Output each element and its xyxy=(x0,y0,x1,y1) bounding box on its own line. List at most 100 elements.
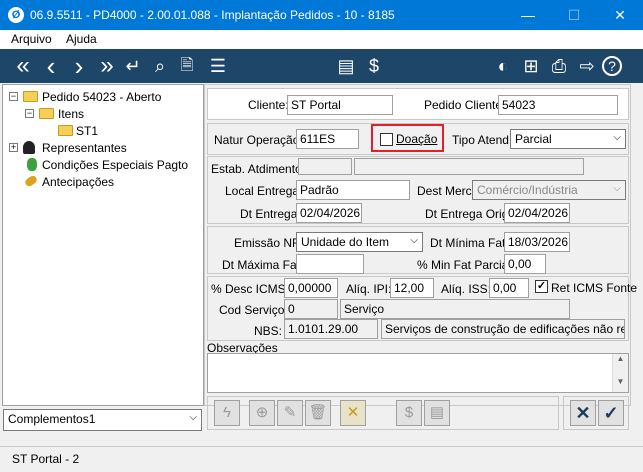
estab-atendimento-label: Estab. Atdimento: xyxy=(211,162,306,176)
min-fat-parcial-label: % Min Fat Parcial: xyxy=(417,258,515,272)
desc-icms-field[interactable]: 0,00000 xyxy=(284,278,338,298)
first-record-icon[interactable]: « xyxy=(10,53,36,79)
dest-merc-select[interactable]: Comércio/Indústria ⌵ xyxy=(472,180,626,200)
previous-record-icon[interactable]: ‹ xyxy=(38,53,64,79)
minimize-button[interactable]: — xyxy=(505,0,551,30)
aliq-iss-field[interactable]: 0,00 xyxy=(489,278,529,298)
nbs-label: NBS: xyxy=(254,324,283,338)
emissao-nf-value: Unidade do Item xyxy=(301,235,390,249)
observacoes-textarea[interactable] xyxy=(207,353,629,393)
emissao-nf-label: Emissão NF: xyxy=(234,236,303,250)
person-icon xyxy=(23,141,35,154)
cancel-button[interactable]: ✕ xyxy=(570,400,596,426)
scroll-down-icon[interactable]: ▼ xyxy=(613,377,628,386)
help-icon[interactable]: ? xyxy=(602,56,622,76)
money-check-icon[interactable]: $ xyxy=(396,400,422,426)
local-entrega-field[interactable]: Padrão xyxy=(296,180,410,200)
edit-document-icon[interactable]: ✎ xyxy=(277,400,303,426)
chevron-down-icon: ⌵ xyxy=(613,132,621,143)
min-fat-parcial-field[interactable]: 0,00 xyxy=(504,254,546,274)
local-entrega-label: Local Entrega: xyxy=(225,184,303,198)
tipo-atend-label: Tipo Atend: xyxy=(452,133,513,147)
money-icon[interactable]: $ xyxy=(361,53,387,79)
report-icon[interactable]: ▤ xyxy=(333,53,359,79)
last-record-icon[interactable]: » xyxy=(94,53,120,79)
return-icon[interactable]: ↵ xyxy=(120,53,146,79)
tree-item-label: ST1 xyxy=(76,124,99,138)
new-document-icon[interactable]: ⊕ xyxy=(249,400,275,426)
dt-entrega-orig-field[interactable]: 02/04/2026 xyxy=(504,203,570,223)
tree-item-itens[interactable]: − Itens xyxy=(3,106,203,122)
pedido-cliente-label: Pedido Cliente: xyxy=(424,98,506,112)
doacao-checkbox[interactable] xyxy=(380,133,393,146)
grid-icon[interactable]: ⊞ xyxy=(518,53,544,79)
chevron-down-icon: ⌵ xyxy=(613,183,621,194)
delete-icon[interactable]: 🗑 xyxy=(305,400,331,426)
nbs-field[interactable]: 1.0101.29.00 xyxy=(284,319,378,339)
cod-servico-desc: Serviço xyxy=(340,299,570,319)
dt-entrega-field[interactable]: 02/04/2026 xyxy=(296,203,362,223)
tree-item-representantes[interactable]: + Representantes xyxy=(3,140,203,156)
ret-icms-fonte-label[interactable]: Ret ICMS Fonte xyxy=(551,281,637,295)
emissao-nf-select[interactable]: Unidade do Item ⌵ xyxy=(296,232,423,252)
open-folder-icon xyxy=(39,108,54,119)
aliq-ipi-label: Alíq. IPI: xyxy=(346,282,392,296)
aliq-iss-label: Alíq. ISS: xyxy=(441,282,492,296)
chevron-down-icon: ⌵ xyxy=(410,235,418,246)
expand-icon[interactable]: + xyxy=(9,143,18,152)
tree-item-pedido[interactable]: − Pedido 54023 - Aberto xyxy=(3,89,203,105)
confirm-button[interactable]: ✓ xyxy=(598,400,624,426)
document-list-icon[interactable]: ▤ xyxy=(424,400,450,426)
tree-item-label: Antecipações xyxy=(42,175,115,189)
filters-icon[interactable]: ☰ xyxy=(205,53,231,79)
ret-icms-fonte-checkbox[interactable]: ✓ xyxy=(535,280,548,293)
tree-item-antecipacoes[interactable]: Antecipações xyxy=(3,174,203,190)
natur-operacao-field[interactable]: 611ES xyxy=(296,129,359,149)
tipo-atend-select[interactable]: Parcial ⌵ xyxy=(510,129,626,149)
menu-arquivo[interactable]: Arquivo xyxy=(11,32,52,46)
pedido-cliente-field[interactable]: 54023 xyxy=(498,95,618,115)
observacoes-scrollbar[interactable]: ▲ ▼ xyxy=(612,354,628,392)
cod-servico-field[interactable]: 0 xyxy=(284,299,338,319)
tree-item-condicoes[interactable]: Condições Especiais Pagto xyxy=(3,157,203,173)
tree-item-st1[interactable]: ST1 xyxy=(3,123,203,139)
estab-atendimento-code-field xyxy=(298,158,352,175)
dt-entrega-label: Dt Entrega: xyxy=(240,207,301,221)
nbs-desc: Serviços de construção de edificações nã… xyxy=(381,319,625,339)
close-window-button[interactable]: ✕ xyxy=(597,0,643,30)
window-title: 06.9.5511 - PD4000 - 2.00.01.088 - Impla… xyxy=(30,8,395,22)
chevron-down-icon: ⌵ xyxy=(189,412,197,423)
menu-ajuda[interactable]: Ajuda xyxy=(66,32,97,46)
status-text: ST Portal - 2 xyxy=(12,452,80,466)
money-bag-icon xyxy=(27,158,37,171)
open-folder-icon xyxy=(23,91,38,102)
globe-search-icon[interactable]: ◐ xyxy=(490,53,516,79)
natur-operacao-label: Natur Operação: xyxy=(214,133,303,147)
dt-maxima-fat-field[interactable] xyxy=(296,254,364,274)
scroll-up-icon[interactable]: ▲ xyxy=(613,354,628,363)
maximize-button[interactable]: ☐ xyxy=(551,0,597,30)
doacao-label[interactable]: Doação xyxy=(396,132,437,146)
next-record-icon[interactable]: › xyxy=(66,53,92,79)
folder-close-icon[interactable]: ✕ xyxy=(340,400,366,426)
collapse-icon[interactable]: − xyxy=(9,92,18,101)
lightning-icon[interactable]: ϟ xyxy=(214,400,240,426)
complementos-value: Complementos1 xyxy=(8,412,96,426)
main-toolbar: « ‹ › » ↵ ⌕ 🗎 ☰ ▤ $ ◐ ⊞ ⎙ ⇨ ? xyxy=(0,49,643,83)
dest-merc-value: Comércio/Indústria xyxy=(477,183,578,197)
key-icon xyxy=(23,174,39,188)
cliente-field[interactable]: ST Portal xyxy=(287,95,393,115)
aliq-ipi-field[interactable]: 12,00 xyxy=(390,278,434,298)
dest-merc-label: Dest Merc: xyxy=(417,184,476,198)
search-icon[interactable]: ⌕ xyxy=(147,53,173,79)
collapse-icon[interactable]: − xyxy=(25,109,34,118)
complementos-select[interactable]: Complementos1 ⌵ xyxy=(3,409,202,431)
dt-minima-fat-field[interactable]: 18/03/2026 xyxy=(504,232,570,252)
menu-bar: Arquivo Ajuda xyxy=(0,30,643,49)
print-icon[interactable]: ⎙ xyxy=(546,53,572,79)
document-edit-icon[interactable]: 🗎 xyxy=(174,53,200,79)
dt-entrega-orig-label: Dt Entrega Orig: xyxy=(425,207,512,221)
app-logo-icon: Ø xyxy=(8,7,24,23)
cliente-label: Cliente: xyxy=(248,98,289,112)
exit-icon[interactable]: ⇨ xyxy=(574,53,600,79)
